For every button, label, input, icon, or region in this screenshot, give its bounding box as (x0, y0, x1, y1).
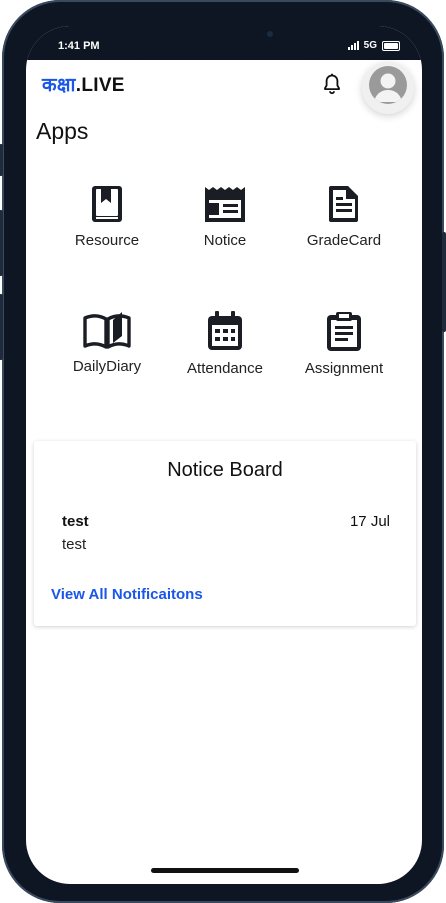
status-bar: 1:41 PM 5G (26, 26, 422, 60)
document-icon (329, 186, 358, 222)
app-label-resource: Resource (74, 232, 140, 249)
power-button (442, 232, 446, 332)
mute-switch (0, 144, 3, 176)
app-tile-assignment[interactable]: Assignment (286, 310, 402, 377)
battery-icon (382, 40, 400, 51)
app-tile-attendance[interactable]: Attendance (167, 310, 283, 377)
app-tile-gradecard[interactable]: GradeCard (286, 184, 402, 249)
logo-suffix: .LIVE (75, 75, 125, 96)
calendar-icon (208, 311, 242, 350)
app-label-dailydiary: DailyDiary (72, 358, 142, 375)
app-label-notice: Notice (203, 232, 247, 249)
newspaper-icon (205, 187, 245, 222)
notice-board-title: Notice Board (167, 459, 283, 481)
logo-brand: कक्षा (42, 75, 76, 96)
apps-heading: Apps (36, 118, 89, 144)
profile-avatar-button[interactable] (362, 62, 414, 114)
status-indicators: 5G (347, 40, 400, 51)
notch (122, 26, 328, 60)
app-label-attendance: Attendance (187, 360, 263, 377)
notice-date: 17 Jul (349, 513, 390, 530)
network-label: 5G (363, 40, 377, 51)
home-indicator[interactable] (151, 868, 299, 873)
app-tile-notice[interactable]: Notice (167, 184, 283, 249)
app-logo: कक्षा.LIVE (42, 71, 125, 97)
notice-board-card: Notice Board test 17 Jul test View All N… (34, 441, 416, 626)
camera-icon (267, 31, 273, 37)
app-tile-resource[interactable]: Resource (49, 184, 165, 249)
app-tile-dailydiary[interactable]: DailyDiary (49, 310, 165, 375)
clipboard-icon (327, 312, 361, 351)
notice-body: test (62, 536, 87, 553)
bell-icon[interactable] (322, 73, 342, 95)
user-avatar-icon (369, 66, 407, 104)
app-label-gradecard: GradeCard (306, 232, 382, 249)
open-book-icon (83, 312, 131, 349)
book-bookmark-icon (92, 186, 122, 222)
view-all-notifications-link[interactable]: View All Notificaitons (51, 586, 203, 603)
app-label-assignment: Assignment (304, 360, 384, 377)
phone-frame: 1:41 PM 5G कक्षा.LIVE Apps Resource Noti… (0, 0, 446, 903)
volume-down-button (0, 294, 3, 360)
app-screen: 1:41 PM 5G कक्षा.LIVE Apps Resource Noti… (26, 26, 422, 884)
notice-title: test (62, 513, 89, 530)
volume-up-button (0, 210, 3, 276)
status-time: 1:41 PM (58, 40, 100, 52)
notice-item[interactable]: test 17 Jul test (62, 513, 390, 553)
signal-icon (347, 41, 359, 50)
